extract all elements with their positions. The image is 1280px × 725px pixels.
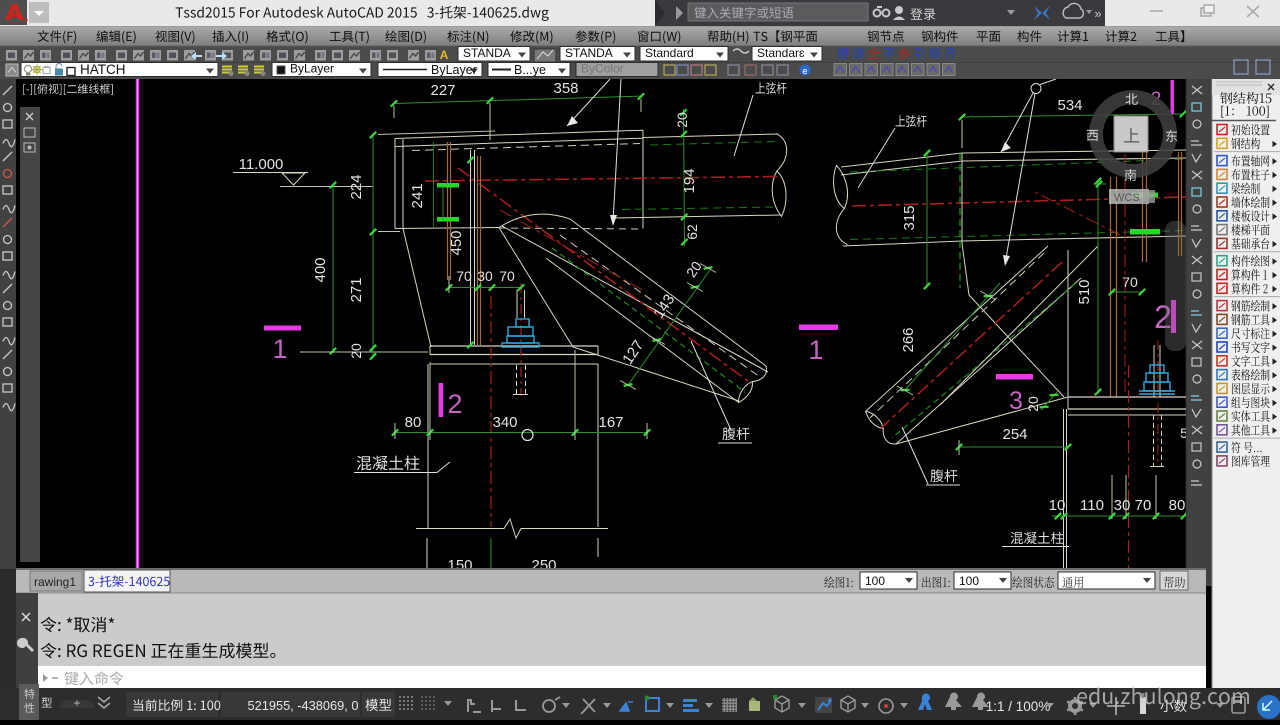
svg-text:2: 2: [447, 389, 462, 419]
svg-text:30: 30: [1114, 497, 1131, 514]
svg-text:80: 80: [1169, 497, 1186, 514]
svg-text:70: 70: [1135, 497, 1152, 514]
svg-text:100: 100: [865, 574, 885, 588]
svg-text:1:1 / 100%: 1:1 / 100%: [986, 699, 1051, 714]
svg-text:B...ye: B...ye: [514, 63, 546, 77]
svg-text:10: 10: [1049, 497, 1066, 514]
svg-text:+: +: [73, 696, 80, 710]
svg-text:3: 3: [1009, 387, 1023, 415]
svg-text:Standarɛ: Standarɛ: [757, 46, 805, 60]
svg-text:510: 510: [1076, 279, 1093, 304]
svg-text:ByLayer: ByLayer: [290, 62, 334, 76]
svg-text:224: 224: [348, 174, 365, 199]
svg-text:450: 450: [448, 230, 465, 255]
svg-text:70: 70: [1122, 274, 1138, 290]
svg-text:62: 62: [684, 224, 700, 240]
svg-text:WCS: WCS: [1114, 192, 1140, 204]
svg-text:521955, -438069, 0: 521955, -438069, 0: [247, 698, 358, 713]
svg-text:11.000: 11.000: [239, 156, 284, 173]
svg-text:20: 20: [348, 343, 364, 359]
svg-text:100: 100: [959, 574, 979, 588]
svg-text:110: 110: [1080, 497, 1104, 514]
svg-text:ByColor: ByColor: [581, 62, 624, 76]
svg-text:HATCH: HATCH: [80, 62, 126, 77]
svg-text:Standard: Standard: [645, 46, 694, 60]
svg-text:315: 315: [901, 205, 918, 230]
svg-text:340: 340: [492, 414, 517, 431]
svg-text:A: A: [440, 48, 449, 62]
svg-text:20: 20: [674, 112, 690, 128]
svg-text:1: 1: [272, 334, 287, 364]
svg-text:»: »: [1094, 6, 1101, 21]
svg-text:358: 358: [553, 80, 578, 97]
svg-text:80: 80: [405, 414, 422, 431]
svg-text:254: 254: [1002, 426, 1027, 443]
svg-text:STANDA: STANDA: [463, 46, 511, 60]
svg-text:271: 271: [348, 277, 365, 302]
svg-text:534: 534: [1057, 97, 1082, 114]
svg-text:266: 266: [900, 327, 917, 352]
svg-text:30: 30: [477, 268, 493, 284]
svg-text:STANDA: STANDA: [565, 46, 613, 60]
svg-text:1: 1: [808, 335, 823, 365]
svg-text:400: 400: [312, 257, 329, 282]
svg-text:rawing1: rawing1: [34, 575, 76, 589]
svg-text:e: e: [802, 66, 807, 76]
svg-text:227: 227: [430, 82, 455, 99]
svg-text:70: 70: [456, 268, 472, 284]
svg-text:241: 241: [409, 183, 426, 208]
svg-text:70: 70: [499, 268, 515, 284]
svg-text:194: 194: [681, 168, 698, 193]
svg-text:ByLayer: ByLayer: [431, 63, 477, 77]
svg-text:20: 20: [1025, 396, 1041, 412]
svg-text:167: 167: [598, 414, 623, 431]
